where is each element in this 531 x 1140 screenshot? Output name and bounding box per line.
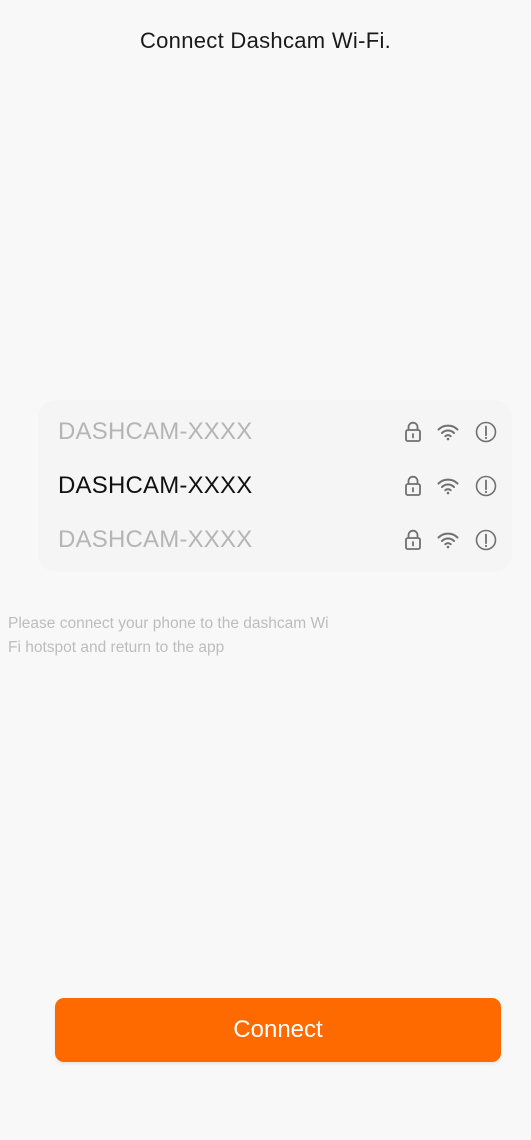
info-icon[interactable] (474, 474, 498, 498)
wifi-icon (437, 424, 459, 441)
lock-icon (405, 529, 421, 550)
info-icon[interactable] (474, 420, 498, 444)
page-title: Connect Dashcam Wi-Fi. (139, 28, 392, 53)
wifi-network-list: DASHCAM-XXXX DASHCAM-XXXX DASHCAM-XXXX (38, 400, 512, 572)
wifi-icon (437, 532, 459, 549)
wifi-network-item-selected[interactable]: DASHCAM-XXXX (38, 460, 512, 512)
wifi-row-icons (404, 528, 498, 552)
info-icon[interactable] (474, 528, 498, 552)
connection-hint: Please connect your phone to the dashcam… (8, 615, 329, 656)
wifi-network-item[interactable]: DASHCAM-XXXX (38, 406, 512, 458)
wifi-ssid: DASHCAM-XXXX (58, 472, 253, 499)
connect-button[interactable]: Connect (55, 998, 501, 1062)
wifi-row-icons (404, 420, 498, 444)
wifi-icon (437, 478, 459, 495)
wifi-network-item[interactable]: DASHCAM-XXXX (38, 514, 512, 566)
lock-icon (405, 421, 421, 442)
wifi-row-icons (404, 474, 498, 498)
wifi-ssid: DASHCAM-XXXX (58, 418, 253, 445)
wifi-ssid: DASHCAM-XXXX (58, 526, 253, 553)
lock-icon (405, 475, 421, 496)
